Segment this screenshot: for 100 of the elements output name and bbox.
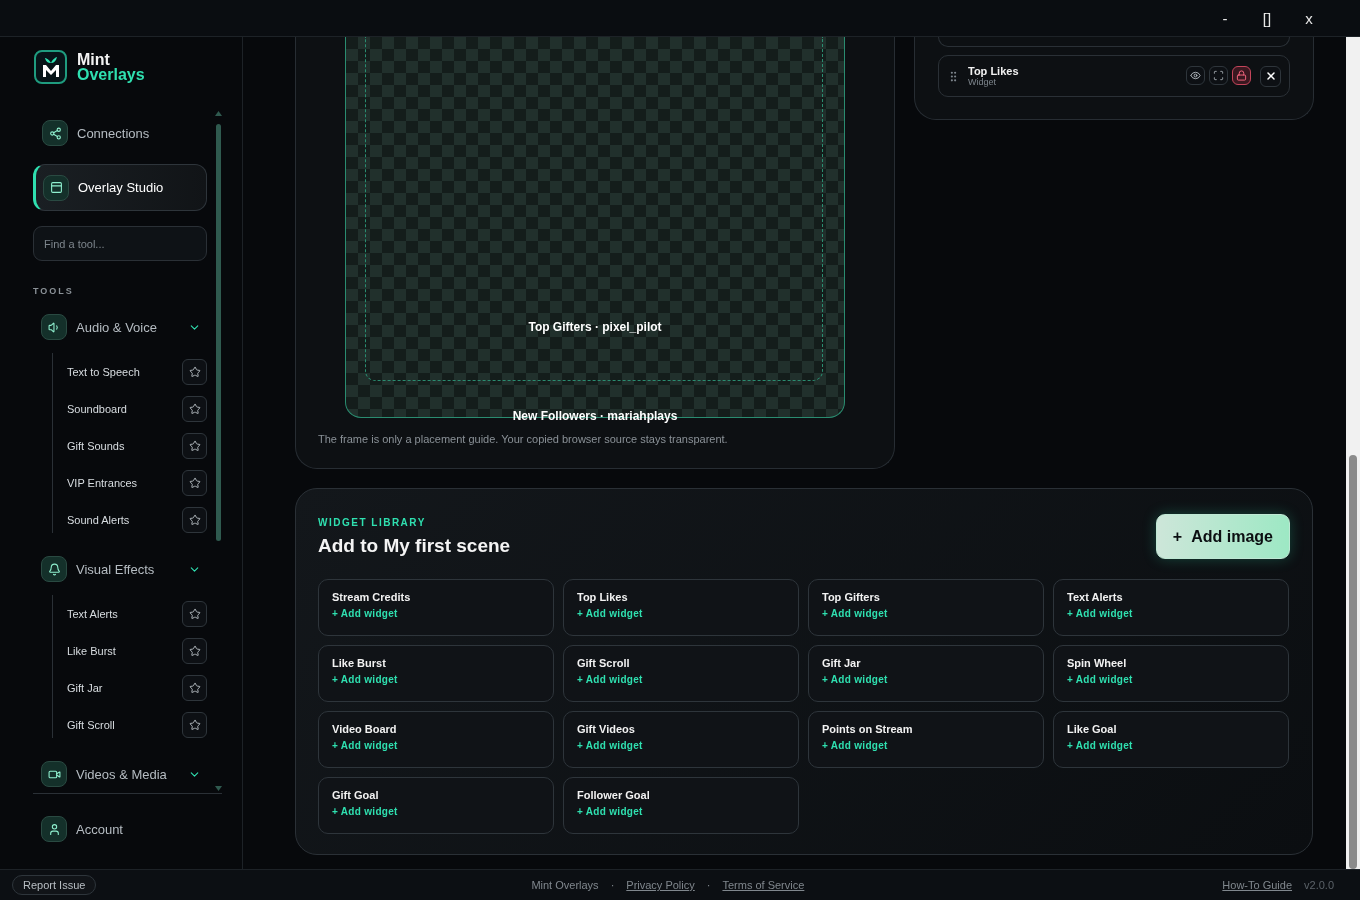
add-widget-link[interactable]: + Add widget — [1067, 740, 1133, 751]
tool-item[interactable]: Soundboard — [67, 403, 127, 415]
favorite-button[interactable] — [182, 712, 207, 738]
guide-link[interactable]: How-To Guide — [1222, 879, 1293, 891]
separator: · — [706, 879, 711, 891]
remove-button[interactable] — [1260, 65, 1281, 87]
add-widget-link[interactable]: + Add widget — [577, 674, 643, 685]
layer-type: Widget — [968, 77, 997, 87]
widget-name: Video Board — [332, 723, 398, 735]
footer-brand: Mint Overlays — [531, 879, 599, 891]
section-title: Add to My first scene — [318, 535, 511, 557]
tool-group[interactable]: Visual Effects — [33, 555, 207, 583]
add-widget-link[interactable]: + Add widget — [1067, 608, 1133, 619]
star-icon — [188, 719, 201, 731]
widget-label: New Followers · mariahplays — [512, 409, 678, 423]
add-widget-link[interactable]: + Add widget — [822, 674, 888, 685]
scroll-up-icon[interactable] — [215, 111, 222, 116]
tool-item[interactable]: Gift Scroll — [67, 719, 115, 731]
separator: · — [610, 879, 615, 891]
footer-link[interactable]: Terms of Service — [722, 879, 805, 891]
add-widget-link[interactable]: + Add widget — [332, 608, 398, 619]
widget-name: Gift Goal — [332, 789, 380, 801]
search-field[interactable]: Find a tool... — [33, 226, 207, 261]
user-icon — [47, 822, 61, 836]
star-icon — [188, 366, 201, 378]
maximize-button[interactable]: [] — [1246, 0, 1288, 37]
star-icon — [188, 477, 201, 489]
tool-item[interactable]: Text to Speech — [67, 366, 140, 378]
widget-name: Spin Wheel — [1067, 657, 1128, 669]
widget-name: Follower Goal — [577, 789, 651, 801]
star-icon — [188, 608, 201, 620]
panel-icon — [49, 181, 63, 194]
favorite-button[interactable] — [182, 433, 207, 459]
favorite-button[interactable] — [182, 396, 207, 422]
close-icon — [1264, 70, 1277, 82]
tool-item[interactable]: Gift Jar — [67, 682, 103, 694]
widget-name: Stream Credits — [332, 591, 412, 603]
visibility-button[interactable] — [1186, 65, 1205, 85]
widget-name: Like Burst — [332, 657, 387, 669]
eye-icon — [1190, 69, 1201, 81]
footer-link[interactable]: Privacy Policy — [626, 879, 695, 891]
bell-icon — [47, 562, 61, 576]
add-image-button[interactable]: + Add image — [1155, 514, 1290, 559]
favorite-button[interactable] — [182, 359, 207, 385]
add-widget-link[interactable]: + Add widget — [577, 608, 643, 619]
widget-name: Top Likes — [577, 591, 629, 603]
widget-name: Points on Stream — [822, 723, 914, 735]
logo-icon — [34, 50, 67, 84]
tool-item[interactable]: Text Alerts — [67, 608, 118, 620]
add-widget-link[interactable]: + Add widget — [577, 806, 643, 817]
widget-name: Gift Scroll — [577, 657, 631, 669]
lock-icon — [1236, 69, 1247, 81]
add-widget-link[interactable]: + Add widget — [577, 740, 643, 751]
favorite-button[interactable] — [182, 601, 207, 627]
section-eyebrow: WIDGET LIBRARY — [318, 517, 427, 528]
star-icon — [188, 403, 201, 415]
widget-name: Text Alerts — [1067, 591, 1124, 603]
tool-item[interactable]: VIP Entrances — [67, 477, 138, 489]
tool-group[interactable]: Audio & Voice — [33, 313, 207, 341]
star-icon — [188, 645, 201, 657]
add-widget-link[interactable]: + Add widget — [332, 674, 398, 685]
widget-name: Like Goal — [1067, 723, 1118, 735]
tool-item[interactable]: Gift Sounds — [67, 440, 125, 452]
lock-button[interactable] — [1232, 65, 1251, 85]
tool-item[interactable]: Sound Alerts — [67, 514, 130, 526]
nav-item[interactable]: Account — [33, 815, 242, 843]
add-widget-link[interactable]: + Add widget — [822, 740, 888, 751]
share-icon — [48, 126, 62, 140]
add-widget-link[interactable]: + Add widget — [332, 806, 398, 817]
section-heading: TOOLS — [33, 286, 75, 296]
add-widget-link[interactable]: + Add widget — [1067, 674, 1133, 685]
widget-name: Gift Jar — [822, 657, 862, 669]
close-button[interactable]: x — [1288, 0, 1330, 37]
star-icon — [188, 514, 201, 526]
widget-name: Gift Videos — [577, 723, 636, 735]
nav-item[interactable]: Overlay Studio — [33, 164, 207, 211]
scroll-down-icon[interactable] — [215, 786, 222, 791]
add-widget-link[interactable]: + Add widget — [332, 740, 398, 751]
star-icon — [188, 440, 201, 452]
minimize-button[interactable]: - — [1204, 0, 1246, 37]
favorite-button[interactable] — [182, 638, 207, 664]
widget-label: Top Gifters · pixel_pilot — [528, 320, 662, 334]
layer-item[interactable]: Top Likes Widget — [938, 55, 1290, 97]
frame-corners-icon — [1213, 69, 1224, 81]
add-widget-link[interactable]: + Add widget — [822, 608, 888, 619]
brand-name: Mint — [77, 52, 111, 67]
version-label: v2.0.0 — [1304, 879, 1334, 891]
layer-name: Top Likes — [968, 65, 1019, 77]
speaker-icon — [47, 320, 61, 334]
favorite-button[interactable] — [182, 470, 207, 496]
widget-name: Top Gifters — [822, 591, 881, 603]
fit-button[interactable] — [1209, 65, 1228, 85]
brand-subtitle: Overlays — [77, 67, 145, 82]
report-issue-button[interactable]: Report Issue — [12, 875, 97, 895]
nav-item[interactable]: Connections — [33, 111, 207, 155]
tool-group[interactable]: Videos & Media — [33, 760, 207, 788]
tool-item[interactable]: Like Burst — [67, 645, 116, 657]
favorite-button[interactable] — [182, 675, 207, 701]
canvas-caption: The frame is only a placement guide. Your copied browser source stays transparent. — [318, 433, 729, 445]
favorite-button[interactable] — [182, 507, 207, 533]
